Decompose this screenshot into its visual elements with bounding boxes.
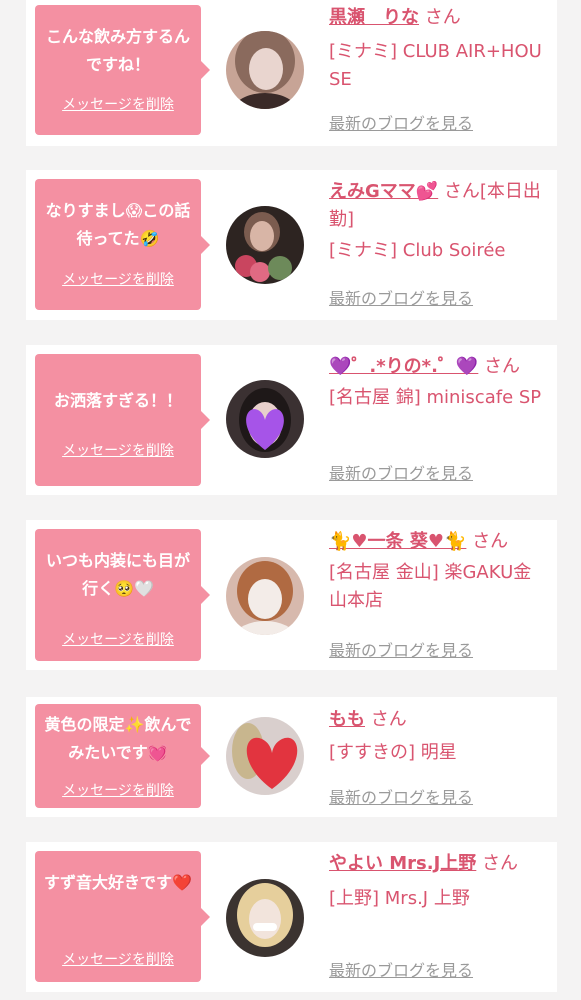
avatar[interactable] (226, 31, 304, 109)
list-item: 黄色の限定✨飲んでみたいです💓 メッセージを削除 もも さん [すすきの] 明星… (26, 697, 557, 817)
cast-info: やよい Mrs.J上野 さん [上野] Mrs.J 上野 (329, 850, 544, 913)
honorific: さん (365, 709, 407, 730)
message-bubble: すず音大好きです❤️ メッセージを削除 (35, 851, 210, 982)
avatar-photo (226, 879, 304, 957)
name-line: もも さん (329, 706, 544, 734)
avatar[interactable] (226, 879, 304, 957)
message-text: なりすまし😱この話待ってた🤣 (45, 201, 191, 248)
latest-blog-link[interactable]: 最新のブログを見る (329, 957, 473, 981)
message-bubble: なりすまし😱この話待ってた🤣 メッセージを削除 (35, 179, 210, 310)
message-bubble: いつも内装にも目が行く🥺🤍 メッセージを削除 (35, 529, 210, 661)
shop-name: [すすきの] 明星 (329, 742, 457, 763)
honorific: さん (476, 853, 519, 874)
cast-info: 🐈♥一条 葵♥🐈 さん [名古屋 金山] 楽GAKU金山本店 (329, 528, 544, 615)
avatar[interactable] (226, 206, 304, 284)
avatar-photo (226, 31, 304, 109)
message-text: お洒落すぎる！！ (53, 391, 182, 410)
cast-name-link[interactable]: 💜゜.*りの*.゜💜 (329, 356, 478, 377)
cast-name-link[interactable]: えみGママ💕 (329, 181, 438, 202)
name-line: えみGママ💕 さん[本日出勤] (329, 178, 544, 234)
avatar-photo (226, 717, 304, 795)
cast-info: えみGママ💕 さん[本日出勤] [ミナミ] Club Soirée (329, 178, 544, 265)
name-line: 黒瀬 りな さん (329, 4, 544, 32)
honorific: さん (478, 356, 521, 377)
cast-info: 黒瀬 りな さん [ミナミ] CLUB AIR+HOUSE (329, 4, 544, 94)
name-line: 🐈♥一条 葵♥🐈 さん (329, 528, 544, 556)
delete-message-link[interactable]: メッセージを削除 (35, 440, 201, 460)
cast-info: 💜゜.*りの*.゜💜 さん [名古屋 錦] miniscafe SP (329, 353, 544, 412)
shop-name: [ミナミ] Club Soirée (329, 240, 506, 261)
delete-message-link[interactable]: メッセージを削除 (35, 780, 201, 800)
cast-name-link[interactable]: もも (329, 709, 365, 730)
shop-name: [ミナミ] CLUB AIR+HOUSE (329, 41, 542, 90)
avatar[interactable] (226, 380, 304, 458)
cast-name-link[interactable]: やよい Mrs.J上野 (329, 853, 476, 874)
avatar-photo (226, 380, 304, 458)
avatar[interactable] (226, 557, 304, 635)
message-text: いつも内装にも目が行く🥺🤍 (45, 551, 190, 598)
message-text: すず音大好きです❤️ (44, 873, 192, 892)
latest-blog-link[interactable]: 最新のブログを見る (329, 784, 473, 808)
latest-blog-link[interactable]: 最新のブログを見る (329, 110, 473, 134)
shop-name: [名古屋 金山] 楽GAKU金山本店 (329, 562, 532, 611)
cast-info: もも さん [すすきの] 明星 (329, 706, 544, 767)
honorific: さん (466, 531, 509, 552)
message-bubble: 黄色の限定✨飲んでみたいです💓 メッセージを削除 (35, 704, 210, 808)
delete-message-link[interactable]: メッセージを削除 (35, 949, 201, 969)
avatar[interactable] (226, 717, 304, 795)
list-item: お洒落すぎる！！ メッセージを削除 💜゜.*りの*.゜💜 さん [名古屋 錦] … (26, 345, 557, 495)
latest-blog-link[interactable]: 最新のブログを見る (329, 285, 473, 309)
delete-message-link[interactable]: メッセージを削除 (35, 629, 201, 649)
list-item: すず音大好きです❤️ メッセージを削除 やよい Mrs.J上野 さん [上野] … (26, 842, 557, 992)
latest-blog-link[interactable]: 最新のブログを見る (329, 637, 473, 661)
list-item: なりすまし😱この話待ってた🤣 メッセージを削除 えみGママ💕 さん[本日出勤] … (26, 170, 557, 320)
cast-name-link[interactable]: 黒瀬 りな (329, 7, 419, 28)
latest-blog-link[interactable]: 最新のブログを見る (329, 460, 473, 484)
name-line: 💜゜.*りの*.゜💜 さん (329, 353, 544, 381)
avatar-photo (226, 557, 304, 635)
shop-name: [上野] Mrs.J 上野 (329, 888, 470, 909)
avatar-photo (226, 206, 304, 284)
message-bubble: こんな飲み方するんですね！ メッセージを削除 (35, 5, 210, 135)
shop-name: [名古屋 錦] miniscafe SP (329, 387, 542, 408)
message-text: 黄色の限定✨飲んでみたいです💓 (44, 715, 192, 762)
name-line: やよい Mrs.J上野 さん (329, 850, 544, 878)
delete-message-link[interactable]: メッセージを削除 (35, 94, 201, 114)
message-text: こんな飲み方するんですね！ (45, 27, 190, 74)
delete-message-link[interactable]: メッセージを削除 (35, 269, 201, 289)
list-item: いつも内装にも目が行く🥺🤍 メッセージを削除 🐈♥一条 葵♥🐈 さん [名古屋 … (26, 520, 557, 670)
cast-name-link[interactable]: 🐈♥一条 葵♥🐈 (329, 531, 466, 552)
list-item: こんな飲み方するんですね！ メッセージを削除 黒瀬 りな さん [ミナミ] CL… (26, 0, 557, 146)
message-list: こんな飲み方するんですね！ メッセージを削除 黒瀬 りな さん [ミナミ] CL… (0, 0, 581, 1000)
honorific: さん (419, 7, 461, 28)
message-bubble: お洒落すぎる！！ メッセージを削除 (35, 354, 210, 486)
